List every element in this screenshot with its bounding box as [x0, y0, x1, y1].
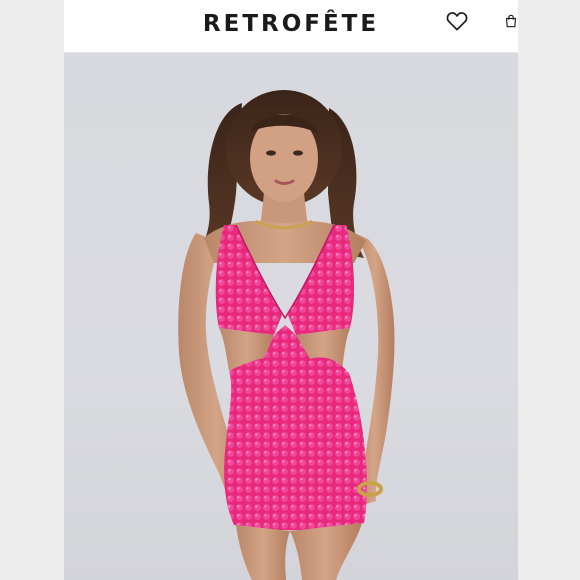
wishlist-button[interactable]: [444, 8, 470, 34]
right-margin: [518, 0, 580, 580]
cart-button[interactable]: [504, 8, 518, 34]
shopping-bag-icon: [505, 14, 517, 28]
product-page: RETROFÊTE: [64, 0, 518, 580]
screenshot-frame: RETROFÊTE: [0, 0, 580, 580]
site-header: RETROFÊTE: [64, 0, 518, 53]
heart-icon: [446, 12, 468, 31]
model-figure: [178, 90, 395, 580]
left-margin: [0, 0, 64, 580]
product-photo[interactable]: [64, 53, 518, 580]
